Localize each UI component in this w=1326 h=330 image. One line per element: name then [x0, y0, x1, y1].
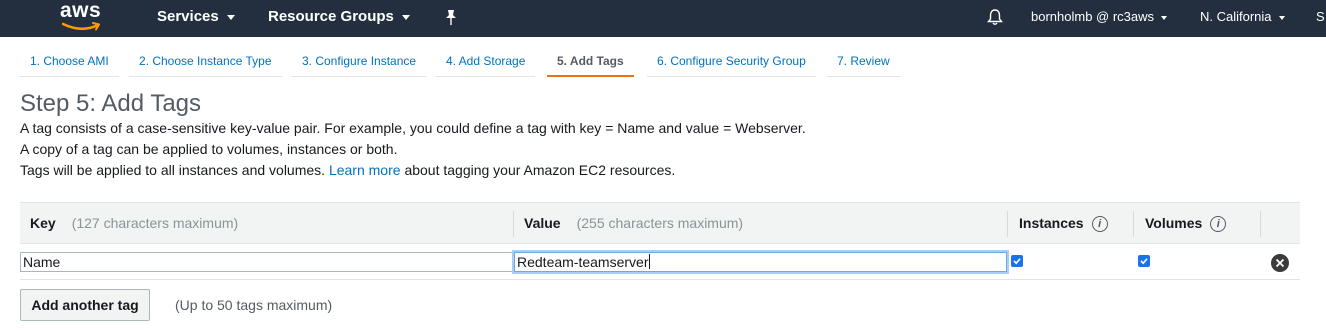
step-add-tags[interactable]: 5. Add Tags — [547, 46, 634, 77]
value-column-header: Value (255 characters maximum) — [524, 215, 743, 231]
account-menu[interactable]: bornholmb @ rc3aws — [1031, 9, 1168, 24]
region-label: N. California — [1200, 9, 1272, 24]
key-column-header: Key (127 characters maximum) — [30, 215, 238, 231]
value-header-hint: (255 characters maximum) — [576, 215, 744, 231]
region-menu[interactable]: N. California — [1200, 9, 1285, 24]
resource-groups-label: Resource Groups — [268, 8, 394, 25]
step-review[interactable]: 7. Review — [827, 46, 900, 77]
table-row: Name Redteam-teamserver — [20, 244, 1300, 280]
page-title: Step 5: Add Tags — [20, 90, 202, 117]
description-line-2: A copy of a tag can be applied to volume… — [20, 141, 398, 157]
step-add-storage[interactable]: 4. Add Storage — [436, 46, 536, 77]
volumes-checkbox[interactable] — [1138, 255, 1150, 267]
pin-icon[interactable] — [444, 9, 458, 32]
aws-smile-icon — [62, 22, 100, 31]
tag-limit-hint: (Up to 50 tags maximum) — [175, 297, 333, 313]
aws-logo[interactable]: aws — [58, 0, 106, 34]
info-icon[interactable]: i — [1210, 216, 1227, 232]
text-cursor — [648, 254, 650, 269]
step-choose-instance-type[interactable]: 2. Choose Instance Type — [129, 46, 282, 77]
remove-tag-button[interactable] — [1271, 254, 1289, 272]
chevron-down-icon — [1161, 15, 1168, 20]
tags-table-header: Key (127 characters maximum) Value (255 ch… — [20, 202, 1300, 244]
support-label: S — [1316, 9, 1325, 24]
instances-header-label: Instances — [1019, 215, 1084, 231]
aws-logo-text: aws — [60, 0, 102, 22]
description-line-3: Tags will be applied to all instances an… — [20, 162, 675, 178]
description-line-1: A tag consists of a case-sensitive key-v… — [20, 120, 806, 136]
chevron-down-icon — [226, 14, 235, 20]
resource-groups-menu[interactable]: Resource Groups — [268, 8, 410, 25]
close-icon — [1275, 258, 1285, 268]
volumes-column-header: Volumes i — [1145, 215, 1227, 232]
step-configure-instance[interactable]: 3. Configure Instance — [292, 46, 427, 77]
tag-value-input[interactable]: Redteam-teamserver — [514, 252, 1007, 272]
account-label: bornholmb @ rc3aws — [1031, 9, 1155, 24]
description-line-3-prefix: Tags will be applied to all instances an… — [20, 162, 326, 178]
key-header-label: Key — [30, 215, 56, 231]
checkmark-icon — [1140, 258, 1148, 265]
step-configure-security-group[interactable]: 6. Configure Security Group — [647, 46, 816, 77]
description-line-3-suffix: about tagging your Amazon EC2 resources. — [404, 162, 676, 178]
value-header-label: Value — [524, 215, 561, 231]
volumes-header-label: Volumes — [1145, 215, 1203, 231]
learn-more-link[interactable]: Learn more — [329, 162, 401, 178]
step-choose-ami[interactable]: 1. Choose AMI — [20, 46, 119, 77]
column-divider — [1133, 211, 1134, 237]
top-navigation-bar: aws Services Resource Groups bornholmb @… — [0, 0, 1326, 37]
info-icon[interactable]: i — [1091, 216, 1108, 232]
chevron-down-icon — [401, 14, 410, 20]
services-menu[interactable]: Services — [157, 8, 235, 25]
instances-checkbox[interactable] — [1011, 255, 1023, 267]
add-another-tag-button[interactable]: Add another tag — [20, 289, 150, 321]
key-header-hint: (127 characters maximum) — [71, 215, 239, 231]
column-divider — [1007, 211, 1008, 237]
tag-value-text: Redteam-teamserver — [517, 254, 649, 270]
column-divider — [1260, 211, 1261, 237]
checkmark-icon — [1013, 258, 1021, 265]
tag-key-input[interactable]: Name — [20, 252, 513, 272]
instances-column-header: Instances i — [1019, 215, 1108, 232]
services-label: Services — [157, 8, 219, 25]
notifications-bell-icon[interactable] — [987, 8, 1003, 31]
support-menu[interactable]: S — [1316, 9, 1325, 24]
column-divider — [513, 211, 514, 237]
chevron-down-icon — [1278, 15, 1285, 20]
